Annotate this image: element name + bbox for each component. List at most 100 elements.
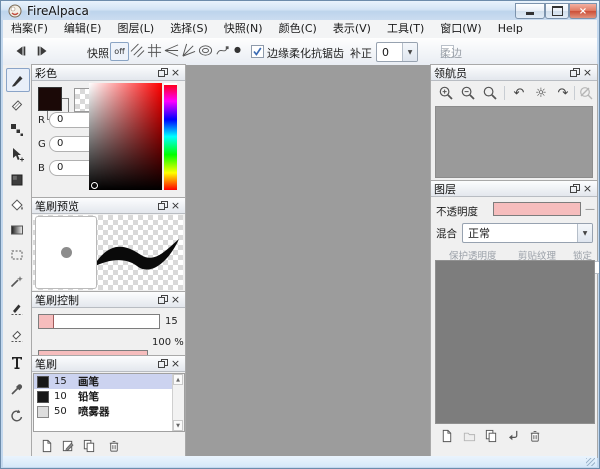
tool-dot[interactable]: [6, 119, 28, 141]
add-layer-button[interactable]: [438, 428, 455, 444]
snap-dot-icon[interactable]: ●: [234, 45, 241, 54]
scroll-up-icon[interactable]: ▲: [173, 374, 183, 385]
zoom-reset-icon: [482, 85, 498, 101]
antialias-checkbox[interactable]: [251, 45, 264, 58]
undo-button[interactable]: [11, 42, 29, 60]
menu-snap[interactable]: 快照(N): [216, 20, 271, 38]
float-panel-icon[interactable]: [568, 66, 581, 79]
menu-layer[interactable]: 图层(L): [109, 20, 162, 38]
float-panel-icon[interactable]: [156, 199, 169, 212]
brush-tip-preview: [35, 216, 97, 289]
close-panel-icon[interactable]: ×: [169, 66, 182, 79]
close-panel-icon[interactable]: ×: [581, 66, 594, 79]
tool-eyedropper[interactable]: [6, 378, 28, 400]
tool-select[interactable]: [6, 169, 28, 191]
close-button[interactable]: ×: [569, 3, 597, 19]
tool-select-rect[interactable]: [6, 244, 28, 266]
menu-color[interactable]: 颜色(C): [271, 20, 325, 38]
brush-list-scrollbar[interactable]: ▲ ▼: [172, 374, 184, 431]
zoom-reset-button[interactable]: [481, 84, 499, 102]
brush-control-header: 笔刷控制 ×: [32, 292, 185, 308]
canvas[interactable]: [184, 65, 431, 456]
menu-help[interactable]: Help: [490, 20, 531, 38]
brush-size-slider[interactable]: [38, 314, 160, 329]
circle-snap-icon: [198, 43, 213, 58]
snap-parallel-button[interactable]: [129, 42, 146, 59]
tool-text[interactable]: [6, 351, 28, 373]
snap-circle-button[interactable]: [197, 42, 214, 59]
brush-list-item[interactable]: 15 画笔: [34, 374, 173, 390]
merge-layer-button[interactable]: [504, 428, 521, 444]
duplicate-brush-button[interactable]: [80, 437, 98, 454]
navigator-preview[interactable]: [435, 106, 593, 178]
float-panel-icon[interactable]: [156, 66, 169, 79]
layer-opacity-slider[interactable]: [493, 202, 581, 216]
tool-move[interactable]: [6, 144, 28, 166]
hue-slider[interactable]: [164, 83, 177, 190]
tool-select-pen[interactable]: [6, 297, 28, 319]
add-brush-button[interactable]: [38, 437, 56, 454]
rotate-cw-button[interactable]: ↷: [554, 84, 572, 102]
undo-icon: [12, 43, 28, 59]
float-panel-icon[interactable]: [156, 293, 169, 306]
menu-file[interactable]: 档案(F): [3, 20, 56, 38]
scroll-down-icon[interactable]: ▼: [173, 420, 183, 431]
snap-grid-button[interactable]: [146, 42, 163, 59]
delete-brush-button[interactable]: [105, 437, 123, 454]
title-bar[interactable]: FireAlpaca ×: [1, 1, 599, 20]
layer-list[interactable]: [435, 260, 595, 424]
brush-icon: [10, 72, 26, 88]
tool-bucket[interactable]: [6, 194, 28, 216]
brush-list: 15 画笔 10 铅笔 50 喷雾器 ▲ ▼: [33, 373, 185, 432]
soft-edge-label: 柔边: [440, 45, 462, 61]
zoom-out-button[interactable]: [459, 84, 477, 102]
close-panel-icon[interactable]: ×: [169, 199, 182, 212]
close-panel-icon[interactable]: ×: [581, 182, 594, 195]
tool-select-eraser[interactable]: [6, 324, 28, 346]
menu-tools[interactable]: 工具(T): [379, 20, 432, 38]
float-panel-icon[interactable]: [568, 182, 581, 195]
close-panel-icon[interactable]: ×: [169, 293, 182, 306]
delete-layer-button[interactable]: [526, 428, 543, 444]
menu-edit[interactable]: 编辑(E): [56, 20, 110, 38]
float-panel-icon[interactable]: [156, 357, 169, 370]
edit-brush-button[interactable]: [59, 437, 77, 454]
merge-down-icon: [506, 429, 520, 443]
close-panel-icon[interactable]: ×: [169, 357, 182, 370]
tool-gradient[interactable]: [6, 219, 28, 241]
menu-window[interactable]: 窗口(W): [432, 20, 489, 38]
correction-dropdown[interactable]: 0 ▼: [376, 42, 418, 62]
brush-list-item[interactable]: 10 铅笔: [34, 389, 173, 405]
brush-list-item-partial[interactable]: [34, 419, 173, 432]
tool-rotate-view[interactable]: [6, 405, 28, 427]
gradient-icon: [9, 222, 25, 238]
menu-select[interactable]: 选择(S): [162, 20, 216, 38]
minimize-button[interactable]: [515, 3, 545, 19]
snap-radial-button[interactable]: [180, 42, 197, 59]
snap-off-button[interactable]: off: [110, 42, 129, 61]
rotate-ccw-button[interactable]: ↶: [510, 84, 528, 102]
menu-view[interactable]: 表示(V): [325, 20, 379, 38]
snap-vanish-button[interactable]: [163, 42, 180, 59]
app-window: FireAlpaca × 档案(F) 编辑(E) 图层(L) 选择(S) 快照(…: [0, 0, 600, 469]
brush-list-item[interactable]: 50 喷雾器: [34, 404, 173, 420]
add-folder-button[interactable]: [460, 428, 477, 444]
tool-brush[interactable]: [6, 68, 30, 92]
fit-window-button[interactable]: [577, 84, 595, 102]
tool-magic-wand[interactable]: [6, 270, 28, 292]
snap-curve-button[interactable]: [214, 42, 231, 59]
foreground-color-swatch[interactable]: [38, 87, 62, 111]
color-panel-title: 彩色: [35, 65, 156, 81]
maximize-button[interactable]: [545, 3, 569, 19]
brush-panel-header: 笔刷 ×: [32, 356, 185, 372]
close-icon: ×: [579, 6, 587, 17]
redo-button[interactable]: [34, 42, 52, 60]
saturation-value-picker[interactable]: [89, 83, 162, 190]
zoom-in-button[interactable]: [437, 84, 455, 102]
brush-preview-title: 笔刷预览: [35, 198, 156, 214]
resize-grip[interactable]: [586, 458, 595, 466]
tool-eraser[interactable]: [6, 93, 28, 115]
reset-view-button[interactable]: ☼: [532, 84, 550, 102]
duplicate-layer-button[interactable]: [482, 428, 499, 444]
blend-mode-dropdown[interactable]: 正常 ▼: [462, 223, 593, 243]
